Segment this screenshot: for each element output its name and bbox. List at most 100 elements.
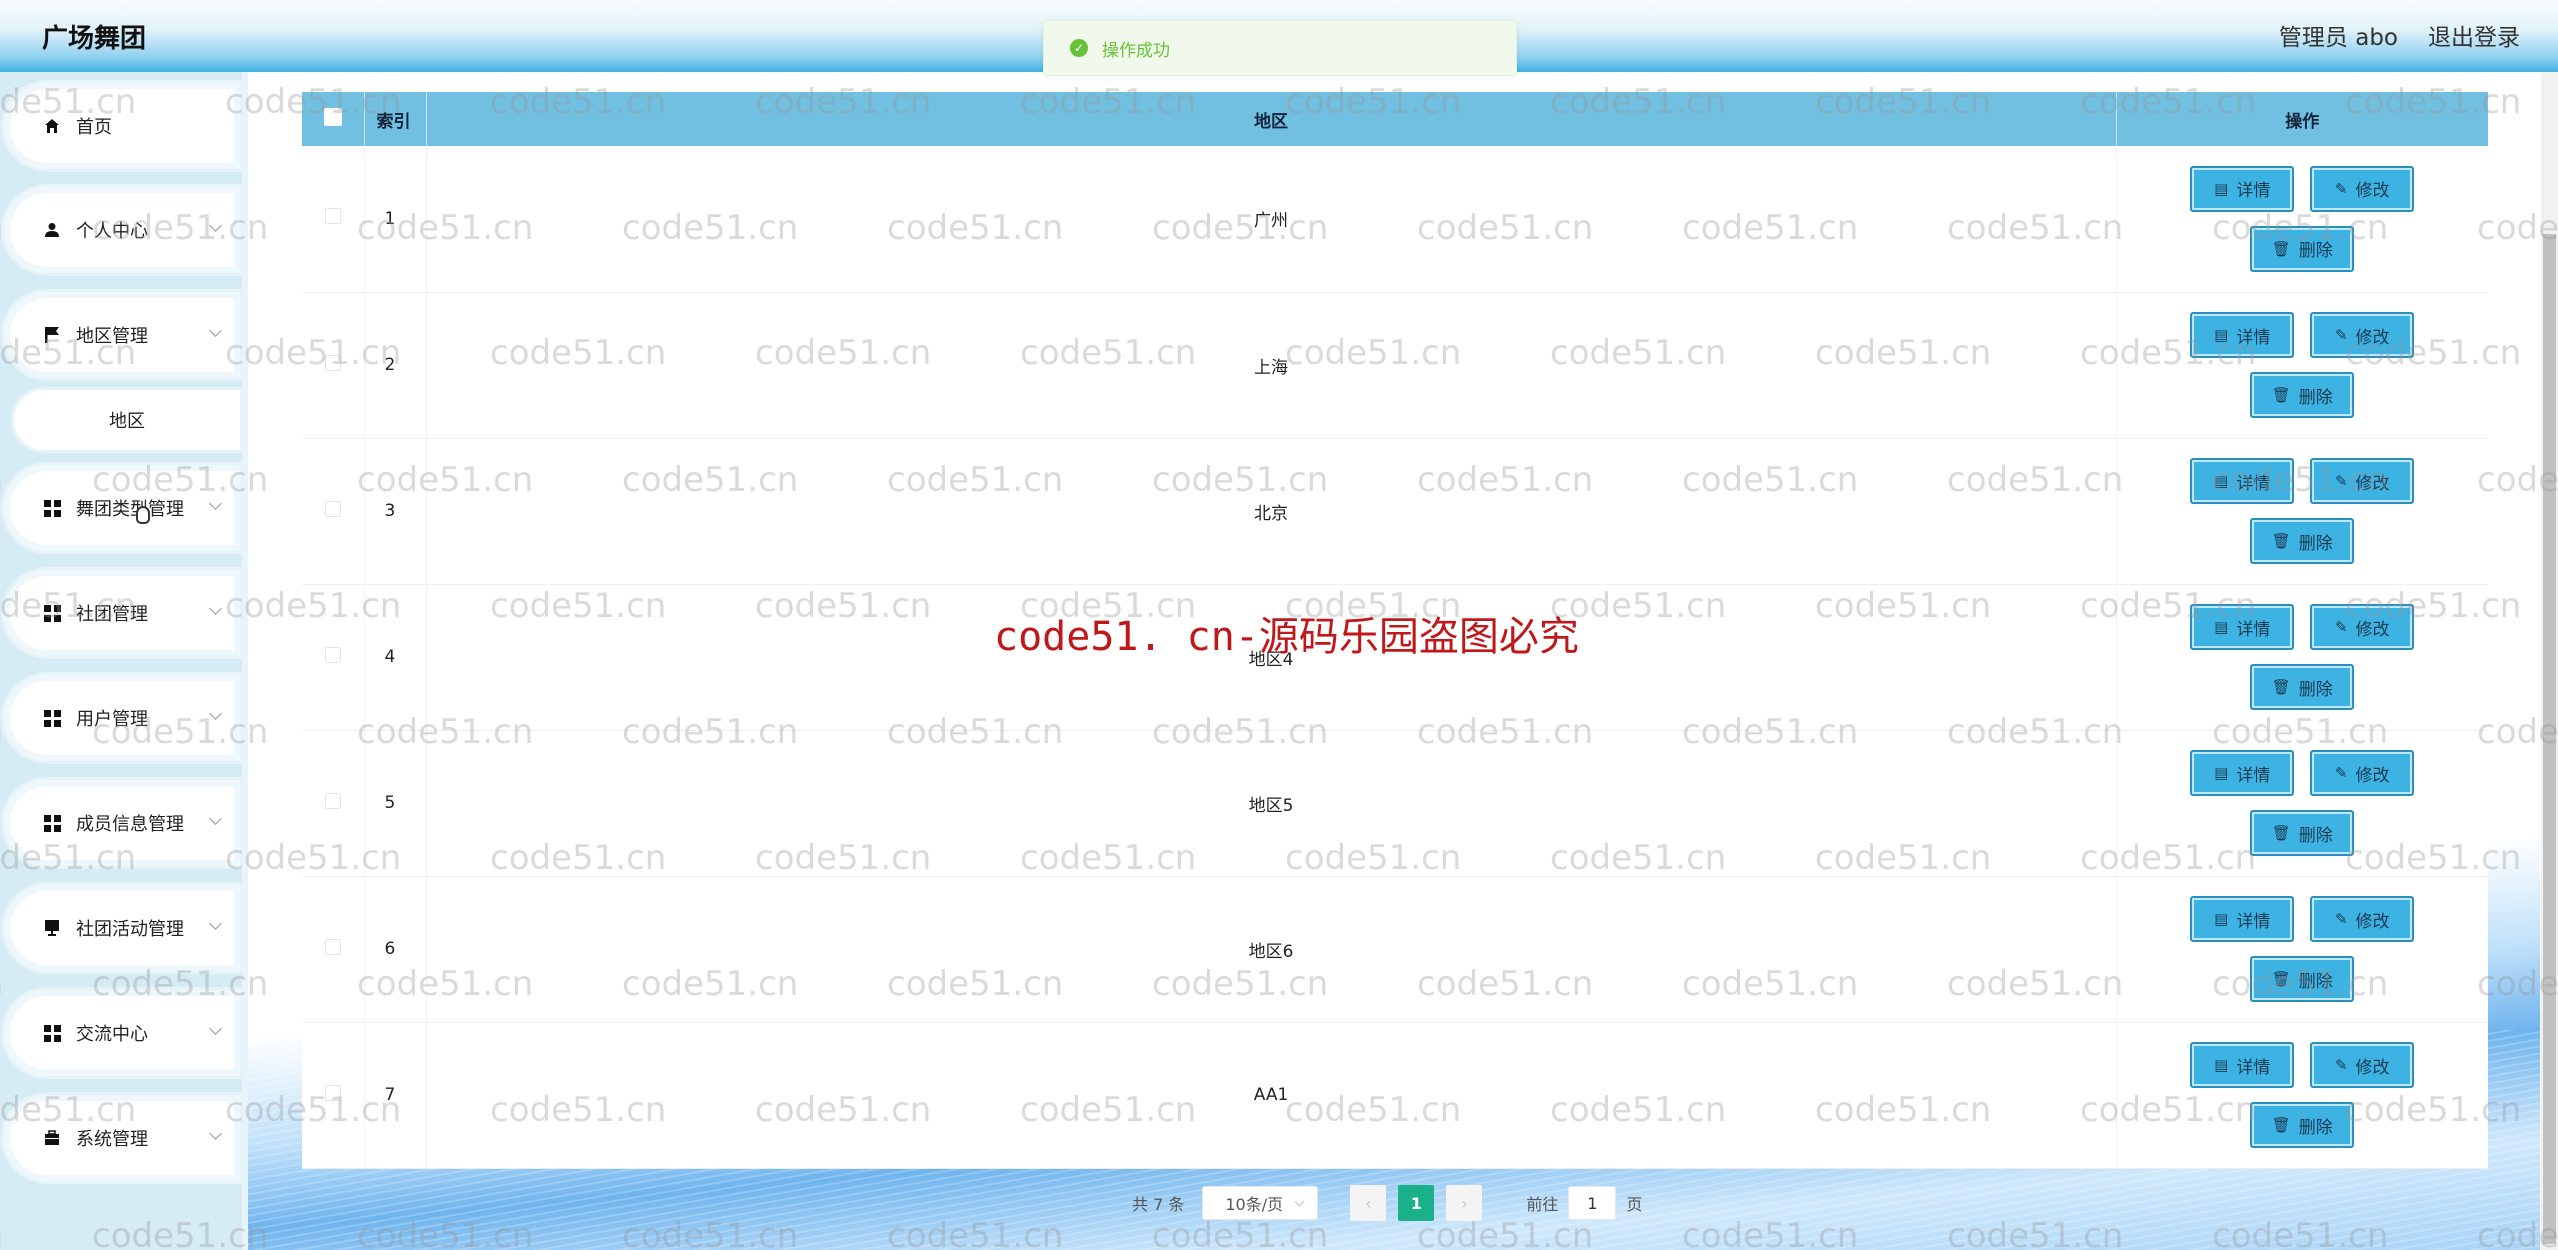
- edit-button[interactable]: ✎ 修改: [2310, 165, 2415, 212]
- sidebar-item-member-info-management[interactable]: 成员信息管理: [4, 780, 240, 866]
- delete-button[interactable]: 🗑 删除: [2250, 1102, 2355, 1148]
- sidebar-item-user-management[interactable]: 用户管理: [4, 675, 240, 761]
- edit-icon: ✎: [2334, 764, 2348, 782]
- sidebar-item-label: 系统管理: [76, 1129, 148, 1150]
- detail-button[interactable]: ▤ 详情: [2190, 896, 2295, 942]
- chevron-down-icon: [209, 324, 222, 337]
- row-index: 4: [364, 584, 427, 730]
- detail-button[interactable]: ▤ 详情: [2190, 165, 2295, 212]
- chevron-down-icon: [209, 497, 222, 510]
- delete-button-label: 删除: [2298, 971, 2333, 992]
- document-icon: ▤: [2214, 326, 2229, 344]
- page-size-select[interactable]: 10条/页: [1202, 1186, 1319, 1220]
- scrollbar-thumb[interactable]: [2543, 234, 2556, 1244]
- detail-button-label: 详情: [2236, 619, 2271, 640]
- delete-button[interactable]: 🗑 删除: [2250, 810, 2355, 856]
- pagination: 共 7 条 10条/页 ‹ 1 › 前往 页: [1132, 1184, 1642, 1222]
- edit-button[interactable]: ✎ 修改: [2310, 604, 2415, 650]
- sidebar-item-label: 成员信息管理: [76, 814, 184, 835]
- chevron-down-icon: [209, 219, 222, 232]
- edit-button-label: 修改: [2355, 619, 2390, 640]
- table-row: 7 AA1 ▤ 详情 ✎ 修改 🗑 删除: [302, 1022, 2488, 1168]
- detail-button[interactable]: ▤ 详情: [2190, 750, 2295, 796]
- edit-button[interactable]: ✎ 修改: [2310, 312, 2415, 358]
- row-select-cell: [302, 438, 365, 584]
- delete-button[interactable]: 🗑 删除: [2250, 372, 2355, 418]
- delete-button-label: 删除: [2298, 1117, 2333, 1138]
- edit-button[interactable]: ✎ 修改: [2310, 750, 2415, 796]
- sidebar-item-system-management[interactable]: 系统管理: [4, 1095, 240, 1181]
- row-region: AA1: [426, 1022, 2117, 1168]
- document-icon: ▤: [2214, 764, 2229, 782]
- row-actions: ▤ 详情 ✎ 修改 🗑 删除: [2116, 146, 2488, 292]
- row-checkbox[interactable]: [324, 938, 341, 955]
- edit-button-label: 修改: [2355, 1057, 2390, 1078]
- user-area: 管理员 abo 退出登录: [2279, 18, 2520, 52]
- column-header-region[interactable]: 地区: [426, 92, 2117, 146]
- detail-button[interactable]: ▤ 详情: [2190, 1042, 2295, 1088]
- sidebar-item-label: 首页: [76, 117, 112, 138]
- row-actions: ▤ 详情 ✎ 修改 🗑 删除: [2116, 876, 2488, 1022]
- flag-icon: [42, 325, 62, 345]
- row-checkbox[interactable]: [324, 208, 341, 225]
- chevron-down-icon: [209, 707, 222, 720]
- detail-button[interactable]: ▤ 详情: [2190, 604, 2295, 650]
- grid-icon: [42, 708, 62, 728]
- sidebar-item-label: 用户管理: [76, 709, 148, 730]
- document-icon: ▤: [2214, 1056, 2229, 1074]
- sidebar-item-dance-type-management[interactable]: 舞团类型管理: [4, 465, 240, 551]
- row-checkbox[interactable]: [324, 500, 341, 517]
- chevron-down-icon: [1294, 1196, 1305, 1207]
- row-actions: ▤ 详情 ✎ 修改 🗑 删除: [2116, 584, 2488, 730]
- sidebar-item-home[interactable]: 首页: [4, 83, 240, 169]
- column-header-index: 索引: [364, 92, 427, 146]
- edit-button[interactable]: ✎ 修改: [2310, 458, 2415, 504]
- detail-button[interactable]: ▤ 详情: [2190, 458, 2295, 504]
- grid-icon: [42, 813, 62, 833]
- edit-button[interactable]: ✎ 修改: [2310, 896, 2415, 942]
- delete-button-label: 删除: [2298, 679, 2333, 700]
- edit-button[interactable]: ✎ 修改: [2310, 1042, 2415, 1088]
- chevron-down-icon: [209, 1022, 222, 1035]
- sidebar-item-region-management[interactable]: 地区管理: [4, 292, 240, 378]
- row-checkbox[interactable]: [324, 354, 341, 371]
- prev-page-button[interactable]: ‹: [1350, 1185, 1387, 1221]
- edit-button-label: 修改: [2355, 765, 2390, 786]
- delete-button[interactable]: 🗑 删除: [2250, 225, 2355, 272]
- trash-icon: 🗑: [2271, 532, 2291, 550]
- row-checkbox[interactable]: [324, 646, 341, 663]
- delete-button-label: 删除: [2298, 825, 2333, 846]
- select-all-checkbox[interactable]: [323, 107, 342, 126]
- sidebar-item-club-activity-management[interactable]: 社团活动管理: [4, 885, 240, 971]
- delete-button[interactable]: 🗑 删除: [2250, 956, 2355, 1002]
- row-checkbox[interactable]: [324, 1084, 341, 1101]
- delete-button[interactable]: 🗑 删除: [2250, 518, 2355, 564]
- vertical-scrollbar[interactable]: [2541, 72, 2558, 1250]
- table-row: 6 地区6 ▤ 详情 ✎ 修改 🗑 删除: [302, 876, 2488, 1022]
- trash-icon: 🗑: [2271, 239, 2291, 258]
- delete-button[interactable]: 🗑 删除: [2250, 664, 2355, 710]
- grid-icon: [42, 603, 62, 623]
- row-select-cell: [302, 584, 365, 730]
- logout-button[interactable]: 退出登录: [2428, 18, 2520, 52]
- detail-button-label: 详情: [2236, 473, 2271, 494]
- row-checkbox[interactable]: [324, 792, 341, 809]
- goto-page-input[interactable]: [1568, 1186, 1617, 1220]
- next-page-button[interactable]: ›: [1446, 1185, 1483, 1221]
- sidebar-subitem-region[interactable]: 地区: [14, 390, 240, 450]
- sidebar-item-club-management[interactable]: 社团管理: [4, 570, 240, 656]
- current-user-label[interactable]: 管理员 abo: [2279, 18, 2398, 52]
- row-select-cell: [302, 876, 365, 1022]
- page-number-1[interactable]: 1: [1398, 1185, 1435, 1221]
- sidebar-item-profile[interactable]: 个人中心: [4, 187, 240, 273]
- grid-icon: [42, 498, 62, 518]
- edit-button-label: 修改: [2355, 911, 2390, 932]
- detail-button[interactable]: ▤ 详情: [2190, 312, 2295, 358]
- row-index: 3: [364, 438, 427, 584]
- toast-message: 操作成功: [1102, 40, 1170, 61]
- app-title: 广场舞团: [42, 24, 147, 54]
- edit-button-label: 修改: [2355, 327, 2390, 348]
- sidebar-item-label: 社团活动管理: [76, 919, 184, 940]
- sidebar-item-communication-center[interactable]: 交流中心: [4, 990, 240, 1076]
- trash-icon: 🗑: [2271, 1116, 2291, 1134]
